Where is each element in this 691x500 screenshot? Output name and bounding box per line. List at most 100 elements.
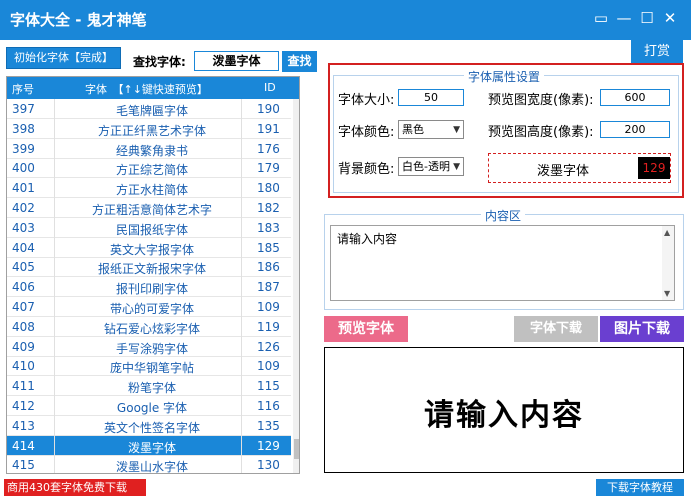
table-row[interactable]: 404 英文大字报字体 185: [7, 238, 291, 258]
scrollbar-thumb[interactable]: [294, 439, 299, 459]
row-font-name: 方正粗活意简体艺术字: [91, 203, 212, 217]
maximize-icon[interactable]: ☐: [637, 8, 657, 28]
preview-area: 请输入内容: [324, 347, 684, 473]
table-row[interactable]: 410 庞中华钢笔字帖 109: [7, 356, 291, 377]
find-button[interactable]: 查找: [282, 51, 317, 72]
row-num: 413: [12, 418, 35, 433]
download-font-button[interactable]: 字体下载: [514, 316, 598, 342]
column-divider: [241, 99, 242, 473]
row-num: 409: [12, 339, 35, 354]
row-id: 135: [257, 418, 280, 433]
row-id: 119: [257, 319, 280, 334]
scroll-up-icon[interactable]: ▲: [664, 228, 670, 237]
row-num: 398: [12, 121, 35, 136]
font-size-input[interactable]: 50: [398, 89, 464, 106]
preview-width-label: 预览图宽度(像素):: [488, 93, 594, 108]
row-font-name: 方正水柱简体: [115, 183, 188, 198]
row-font-name: 庞中华钢笔字帖: [109, 361, 194, 376]
row-font-name: 方正综艺简体: [115, 163, 188, 178]
table-row[interactable]: 397 毛笔牌匾字体 190: [7, 99, 291, 119]
row-num: 411: [12, 379, 35, 394]
row-id: 186: [257, 260, 280, 275]
mini-preview: 泼墨字体 129: [488, 153, 671, 183]
tip-button[interactable]: 打赏: [631, 40, 683, 64]
content-text: 请输入内容: [337, 232, 398, 246]
download-tutorial-link[interactable]: 下载字体教程: [596, 479, 684, 496]
row-font-name: Google 字体: [116, 401, 188, 415]
table-row[interactable]: 406 报刊印刷字体 187: [7, 277, 291, 298]
table-row[interactable]: 407 带心的可爱字体 109: [7, 297, 291, 317]
commercial-fonts-link[interactable]: 商用430套字体免费下载: [4, 479, 146, 496]
row-id: 182: [257, 201, 280, 215]
row-font-name: 报纸正文新报宋字体: [97, 262, 206, 277]
mini-preview-text: 泼墨字体: [537, 164, 590, 179]
font-table: 序号 字体 【↑↓键快速预览】 ID 397 毛笔牌匾字体 190 398 方正正纤黑艺…: [6, 76, 300, 474]
row-num: 407: [12, 300, 35, 314]
header-id: ID: [264, 81, 276, 94]
row-id: 109: [257, 300, 280, 314]
preview-height-label: 预览图高度(像素):: [488, 125, 594, 140]
textarea-scrollbar[interactable]: ▲ ▼: [662, 226, 674, 300]
row-num: 408: [12, 319, 35, 334]
skin-icon[interactable]: ▭: [591, 8, 611, 28]
close-icon[interactable]: ✕: [660, 8, 680, 28]
download-image-button[interactable]: 图片下载: [600, 316, 684, 342]
find-input[interactable]: 泼墨字体: [194, 51, 279, 71]
row-num: 406: [12, 280, 35, 295]
bg-color-select[interactable]: 白色-透明 ▼: [398, 157, 464, 176]
table-row[interactable]: 399 经典繁角隶书 176: [7, 139, 291, 159]
content-textarea[interactable]: 请输入内容 ▲ ▼: [330, 225, 675, 301]
row-font-name: 毛笔牌匾字体: [115, 104, 188, 118]
row-font-name: 报刊印刷字体: [115, 282, 188, 297]
table-row[interactable]: 412 Google 字体 116: [7, 396, 291, 416]
row-num: 397: [12, 102, 35, 116]
table-row[interactable]: 409 手写涂鸦字体 126: [7, 337, 291, 357]
bg-color-label: 背景颜色:: [338, 162, 395, 177]
row-font-name: 英文个性签名字体: [103, 420, 200, 435]
window-title: 字体大全 - 鬼才神笔: [10, 11, 147, 29]
table-scrollbar[interactable]: [293, 99, 299, 473]
scroll-down-icon[interactable]: ▼: [664, 289, 670, 298]
table-row[interactable]: 408 钻石爱心炫彩字体 119: [7, 317, 291, 337]
row-num: 414: [12, 438, 35, 453]
row-font-name: 钻石爱心炫彩字体: [103, 321, 200, 336]
table-row[interactable]: 414 泼墨字体 129: [7, 435, 291, 456]
row-num: 402: [12, 201, 35, 215]
table-row[interactable]: 400 方正综艺简体 179: [7, 158, 291, 179]
row-id: 183: [257, 220, 280, 235]
table-row[interactable]: 402 方正粗活意简体艺术字 182: [7, 198, 291, 218]
row-font-name: 经典繁角隶书: [115, 143, 188, 158]
title-bar: 字体大全 - 鬼才神笔 ▭ — ☐ ✕: [0, 0, 691, 40]
preview-width-input[interactable]: 600: [600, 89, 670, 106]
table-row[interactable]: 398 方正正纤黑艺术字体 191: [7, 119, 291, 139]
preview-text: 请输入内容: [424, 398, 584, 433]
row-font-name: 泼墨字体: [127, 440, 176, 455]
chevron-down-icon: ▼: [453, 125, 460, 135]
table-row[interactable]: 403 民国报纸字体 183: [7, 218, 291, 238]
properties-group-title: 字体属性设置: [464, 68, 545, 85]
row-num: 400: [12, 161, 35, 176]
row-num: 412: [12, 399, 35, 413]
minimize-icon[interactable]: —: [614, 8, 634, 28]
init-fonts-button[interactable]: 初始化字体【完成】: [6, 47, 121, 69]
table-row[interactable]: 405 报纸正文新报宋字体 186: [7, 257, 291, 278]
row-id: 126: [257, 339, 280, 354]
font-color-label: 字体颜色:: [338, 125, 395, 140]
row-num: 403: [12, 220, 35, 235]
font-size-label: 字体大小:: [338, 93, 395, 108]
content-group-title: 内容区: [481, 207, 526, 224]
table-header: 序号 字体 【↑↓键快速预览】 ID: [7, 77, 299, 99]
table-row[interactable]: 415 泼墨山水字体 130: [7, 455, 291, 474]
font-color-select[interactable]: 黑色 ▼: [398, 120, 464, 139]
header-name[interactable]: 字体 【↑↓键快速预览】: [85, 81, 208, 97]
row-num: 399: [12, 141, 35, 156]
row-id: 191: [257, 121, 280, 136]
table-row[interactable]: 413 英文个性签名字体 135: [7, 416, 291, 436]
preview-font-button[interactable]: 预览字体: [324, 316, 408, 342]
preview-height-input[interactable]: 200: [600, 121, 670, 138]
table-row[interactable]: 411 粉笔字体 115: [7, 376, 291, 397]
row-font-name: 泼墨山水字体: [115, 460, 188, 474]
row-id: 116: [257, 399, 280, 413]
table-row[interactable]: 401 方正水柱简体 180: [7, 178, 291, 199]
mini-preview-id: 129: [638, 157, 670, 179]
